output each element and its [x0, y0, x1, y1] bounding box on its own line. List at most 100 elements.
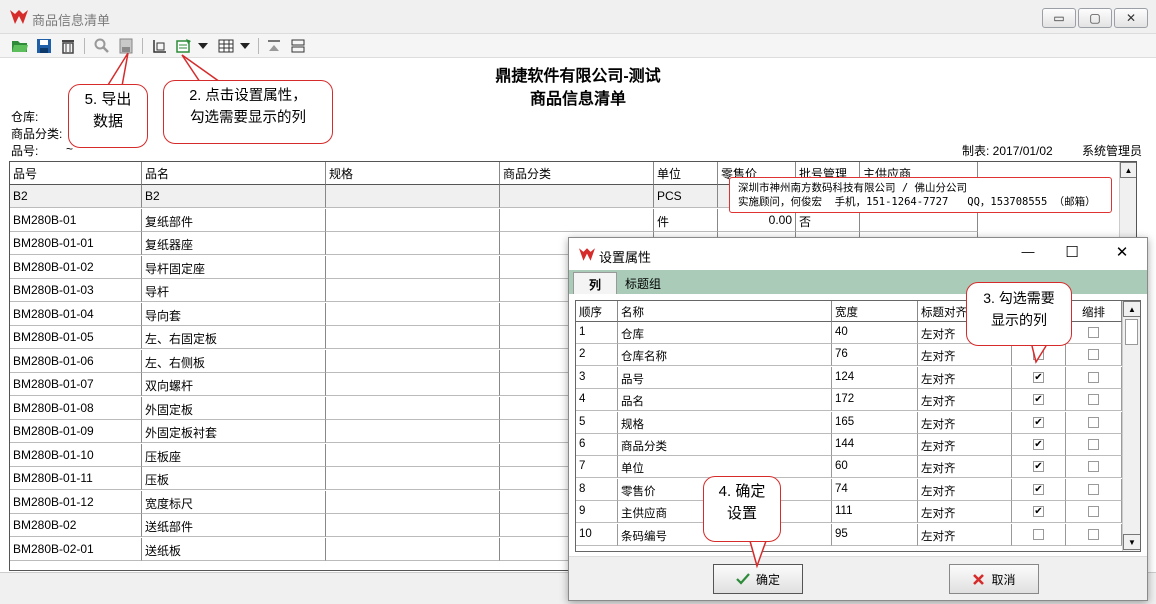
- table-cell: BM280B-01-11: [10, 467, 142, 490]
- indent-checkbox[interactable]: [1088, 506, 1099, 518]
- indent-checkbox[interactable]: [1088, 416, 1099, 428]
- close-button[interactable]: ✕: [1114, 8, 1148, 28]
- settings-cell-width[interactable]: 165: [832, 411, 918, 434]
- settings-cell-visible: ✔: [1012, 389, 1066, 412]
- indent-checkbox[interactable]: [1088, 371, 1099, 383]
- properties-dropdown[interactable]: [196, 36, 210, 56]
- column-header[interactable]: 品名: [142, 162, 326, 185]
- settings-cell-width[interactable]: 40: [832, 322, 918, 344]
- indent-checkbox[interactable]: [1088, 461, 1099, 473]
- set-properties-button[interactable]: [174, 36, 194, 56]
- cancel-button[interactable]: 取消: [949, 564, 1039, 594]
- dialog-close-button[interactable]: ✕: [1111, 243, 1133, 263]
- settings-cell-width[interactable]: 172: [832, 389, 918, 412]
- settings-row[interactable]: 9 主供应商 111 左对齐 ✔: [576, 501, 1122, 524]
- column-header[interactable]: 商品分类: [500, 162, 654, 185]
- tab-title-groups[interactable]: 标题组: [617, 272, 669, 294]
- settings-cell-align[interactable]: 左对齐: [918, 434, 1012, 456]
- indent-checkbox[interactable]: [1088, 528, 1099, 540]
- settings-cell-width[interactable]: 76: [832, 344, 918, 367]
- scroll-thumb[interactable]: [1125, 319, 1138, 345]
- table-cell: B2: [10, 185, 142, 208]
- settings-cell-width[interactable]: 111: [832, 501, 918, 524]
- settings-row[interactable]: 7 单位 60 左对齐 ✔: [576, 456, 1122, 479]
- settings-row[interactable]: 6 商品分类 144 左对齐 ✔: [576, 434, 1122, 456]
- search-button[interactable]: [92, 36, 112, 56]
- dialog-minimize-button[interactable]: —: [1017, 244, 1039, 264]
- visible-checkbox[interactable]: [1033, 349, 1044, 361]
- settings-cell-align[interactable]: 左对齐: [918, 501, 1012, 524]
- settings-row[interactable]: 10 条码编号 95 左对齐: [576, 523, 1122, 546]
- settings-row[interactable]: 4 品名 172 左对齐 ✔: [576, 389, 1122, 412]
- indent-checkbox[interactable]: [1088, 349, 1099, 361]
- visible-checkbox[interactable]: [1033, 528, 1044, 540]
- settings-cell-order: 6: [576, 434, 618, 456]
- scroll-up-button[interactable]: ▲: [1120, 162, 1136, 178]
- minimize-button[interactable]: ▭: [1042, 8, 1076, 28]
- dialog-table-scrollbar[interactable]: ▲ ▼: [1122, 301, 1140, 551]
- table-cell: [326, 232, 500, 255]
- export-button[interactable]: [116, 36, 136, 56]
- visible-checkbox[interactable]: ✔: [1033, 416, 1044, 428]
- settings-row[interactable]: 2 仓库名称 76 左对齐: [576, 344, 1122, 367]
- print-setup-button[interactable]: [150, 36, 170, 56]
- settings-cell-width[interactable]: 74: [832, 478, 918, 501]
- dropdown-arrow-icon: [198, 43, 208, 49]
- indent-checkbox[interactable]: [1088, 439, 1099, 450]
- table-cell: [326, 537, 500, 561]
- settings-cell-visible: ✔: [1012, 478, 1066, 501]
- scroll-down-button[interactable]: ▼: [1123, 534, 1140, 550]
- table-cell: [326, 326, 500, 349]
- save-button[interactable]: [34, 36, 54, 56]
- visible-checkbox[interactable]: ✔: [1033, 483, 1044, 495]
- column-header[interactable]: 单位: [654, 162, 718, 185]
- settings-cell-order: 7: [576, 456, 618, 479]
- settings-cell-order: 3: [576, 366, 618, 389]
- first-page-button[interactable]: [264, 36, 284, 56]
- column-header[interactable]: 品号: [10, 162, 142, 185]
- settings-cell-width[interactable]: 144: [832, 434, 918, 456]
- table-cell: BM280B-01-04: [10, 302, 142, 326]
- settings-cell-width[interactable]: 124: [832, 366, 918, 389]
- table-cell: [326, 279, 500, 302]
- settings-column-header: 宽度: [832, 301, 918, 322]
- ok-button[interactable]: 确定: [713, 564, 803, 594]
- settings-cell-align[interactable]: 左对齐: [918, 523, 1012, 546]
- settings-cell-width[interactable]: 60: [832, 456, 918, 479]
- settings-row[interactable]: 3 品号 124 左对齐 ✔: [576, 366, 1122, 389]
- indent-checkbox[interactable]: [1088, 327, 1099, 338]
- visible-checkbox[interactable]: ✔: [1033, 506, 1044, 518]
- settings-cell-align[interactable]: 左对齐: [918, 456, 1012, 479]
- delete-button[interactable]: [58, 36, 78, 56]
- settings-row[interactable]: 8 零售价 74 左对齐 ✔: [576, 478, 1122, 501]
- table-cell: 外固定板: [142, 396, 326, 420]
- settings-cell-align[interactable]: 左对齐: [918, 478, 1012, 501]
- layout-button[interactable]: [288, 36, 308, 56]
- indent-checkbox[interactable]: [1088, 394, 1099, 406]
- column-header[interactable]: 规格: [326, 162, 500, 185]
- toolbar-separator: [142, 38, 143, 54]
- settings-cell-indent: [1066, 389, 1122, 412]
- dialog-maximize-button[interactable]: ☐: [1061, 243, 1083, 263]
- scroll-up-button[interactable]: ▲: [1123, 301, 1140, 317]
- tooltip-line: 深圳市神州南方数码科技有限公司 / 佛山分公司: [738, 182, 967, 194]
- settings-cell-width[interactable]: 95: [832, 523, 918, 546]
- visible-checkbox[interactable]: ✔: [1033, 461, 1044, 473]
- toolbar-separator: [84, 38, 85, 54]
- settings-cell-visible: [1012, 344, 1066, 367]
- indent-checkbox[interactable]: [1088, 483, 1099, 495]
- settings-cell-align[interactable]: 左对齐: [918, 344, 1012, 367]
- grid-view-button[interactable]: [216, 36, 236, 56]
- visible-checkbox[interactable]: ✔: [1033, 439, 1044, 450]
- settings-cell-align[interactable]: 左对齐: [918, 389, 1012, 412]
- open-button[interactable]: [10, 36, 30, 56]
- tab-columns[interactable]: 列: [573, 272, 617, 294]
- settings-cell-align[interactable]: 左对齐: [918, 411, 1012, 434]
- visible-checkbox[interactable]: ✔: [1033, 371, 1044, 383]
- visible-checkbox[interactable]: ✔: [1033, 394, 1044, 406]
- table-cell: [326, 349, 500, 373]
- maximize-button[interactable]: ▢: [1078, 8, 1112, 28]
- settings-cell-align[interactable]: 左对齐: [918, 366, 1012, 389]
- grid-dropdown[interactable]: [238, 36, 252, 56]
- settings-row[interactable]: 5 规格 165 左对齐 ✔: [576, 411, 1122, 434]
